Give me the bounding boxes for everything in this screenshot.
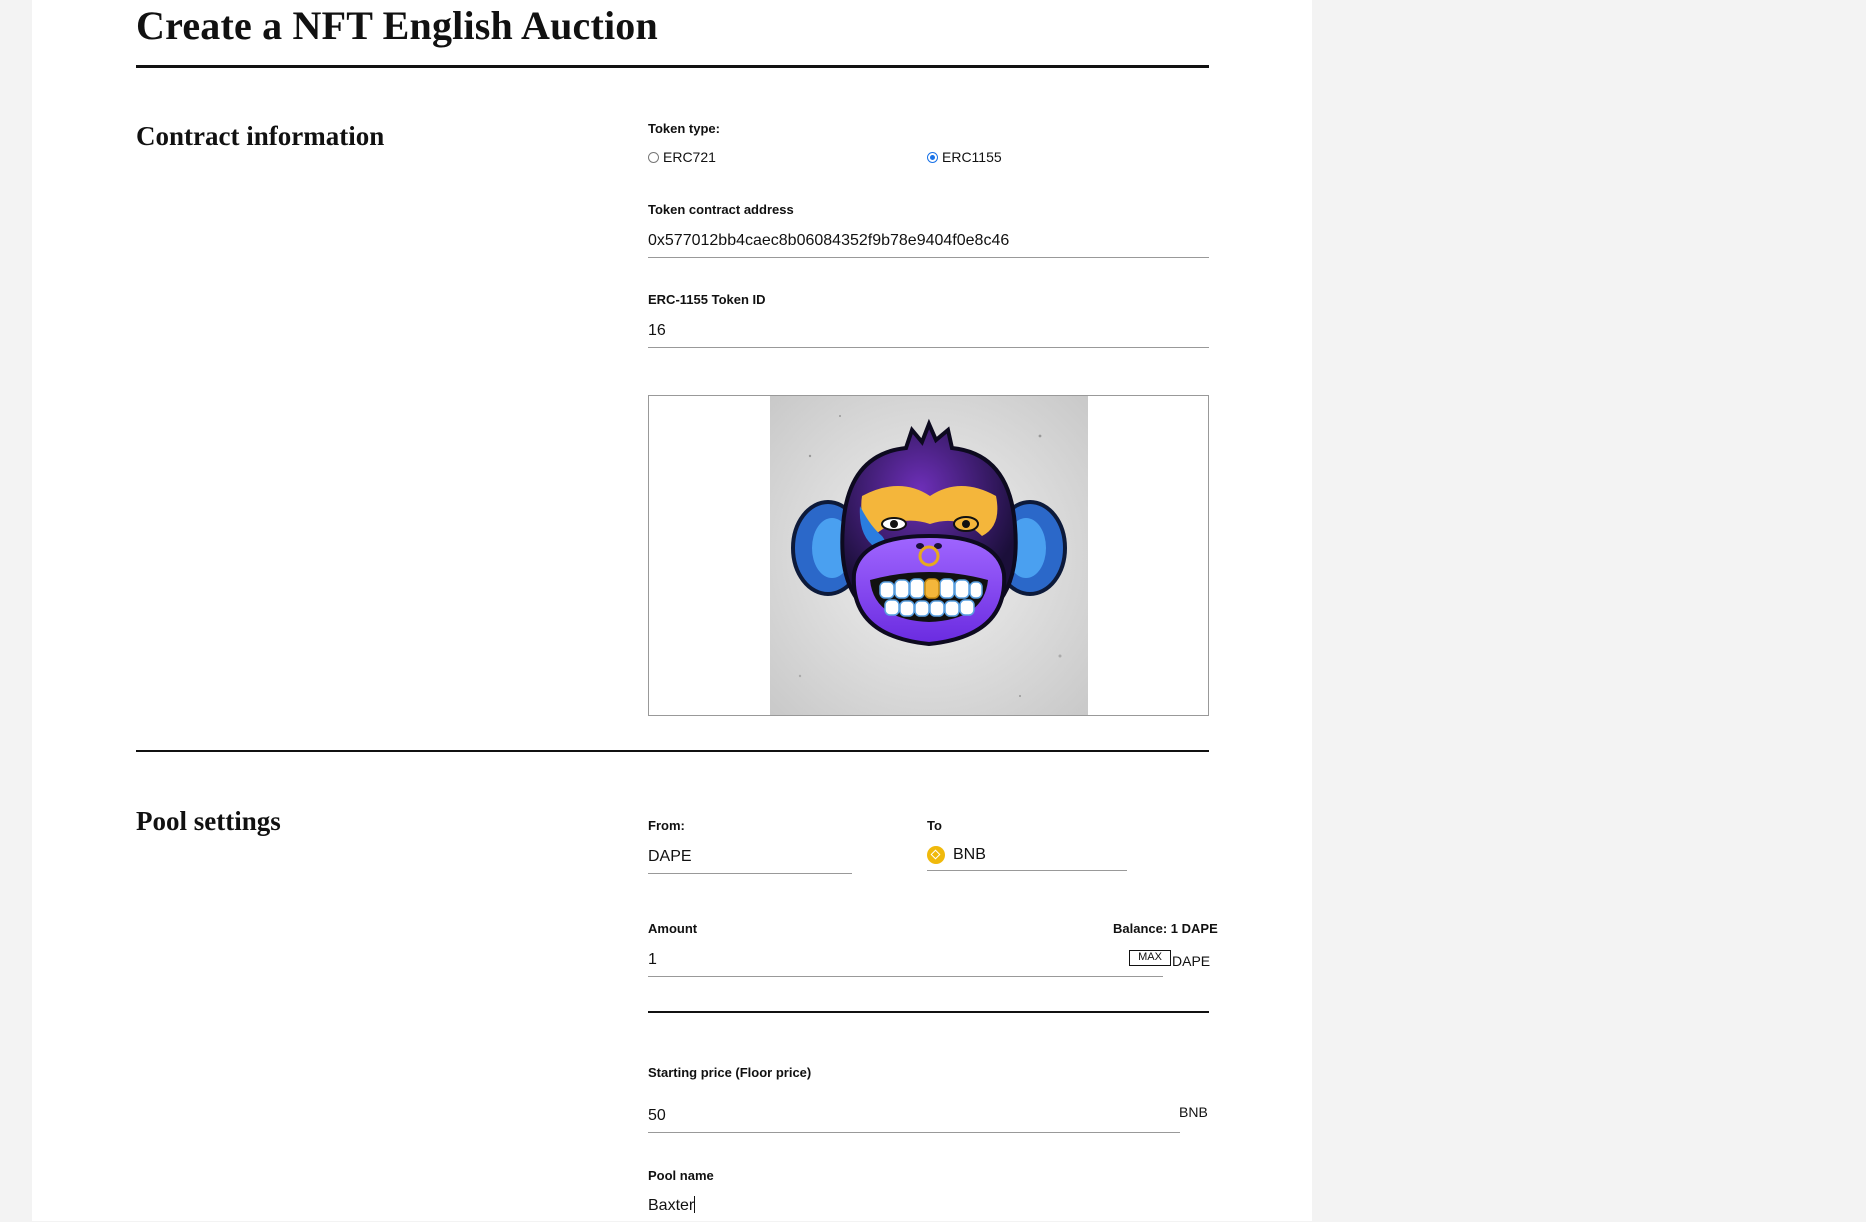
amount-divider (648, 1011, 1209, 1013)
amount-input[interactable]: 1 (648, 950, 1163, 977)
token-id-input[interactable]: 16 (648, 321, 1209, 348)
amount-unit: DAPE (1172, 953, 1211, 969)
radio-erc721-label: ERC721 (663, 149, 716, 165)
balance-text: Balance: 1 DAPE (1113, 921, 1218, 936)
token-address-input[interactable]: 0x577012bb4caec8b06084352f9b78e9404f0e8c… (648, 231, 1209, 258)
ape-nft-image (770, 396, 1088, 715)
max-button[interactable]: MAX (1129, 950, 1171, 966)
amount-label: Amount (648, 921, 698, 936)
starting-price-unit: BNB (1179, 1104, 1208, 1120)
token-address-label: Token contract address (648, 202, 794, 217)
section-divider (136, 750, 1209, 752)
radio-erc1155-label: ERC1155 (942, 149, 1002, 165)
section-title-contract: Contract information (136, 121, 385, 151)
pool-name-input[interactable]: Baxter (648, 1196, 1209, 1222)
radio-erc1155[interactable]: ERC1155 (927, 149, 1002, 165)
title-divider (136, 65, 1209, 68)
starting-price-input[interactable]: 50 (648, 1106, 1180, 1133)
section-title-pool: Pool settings (136, 806, 281, 836)
token-type-label: Token type: (648, 121, 720, 136)
from-token-field[interactable]: DAPE (648, 847, 852, 874)
page-title: Create a NFT English Auction (136, 3, 658, 48)
to-token-value: BNB (953, 846, 986, 863)
nft-preview (648, 395, 1209, 716)
token-id-label: ERC-1155 Token ID (648, 292, 766, 307)
form-sheet: Create a NFT English Auction Contract in… (32, 0, 1312, 1221)
starting-price-label: Starting price (Floor price) (648, 1065, 812, 1080)
pool-name-value: Baxter (648, 1197, 695, 1214)
radio-erc721[interactable]: ERC721 (648, 149, 716, 165)
bnb-coin-icon (927, 845, 945, 864)
from-label: From: (648, 818, 685, 833)
pool-name-label: Pool name (648, 1168, 714, 1183)
radio-erc1155-circle[interactable] (927, 151, 938, 163)
to-token-field[interactable]: BNB (927, 845, 1127, 871)
radio-erc721-circle[interactable] (648, 151, 659, 163)
text-cursor (694, 1196, 696, 1213)
to-label: To (927, 818, 942, 833)
